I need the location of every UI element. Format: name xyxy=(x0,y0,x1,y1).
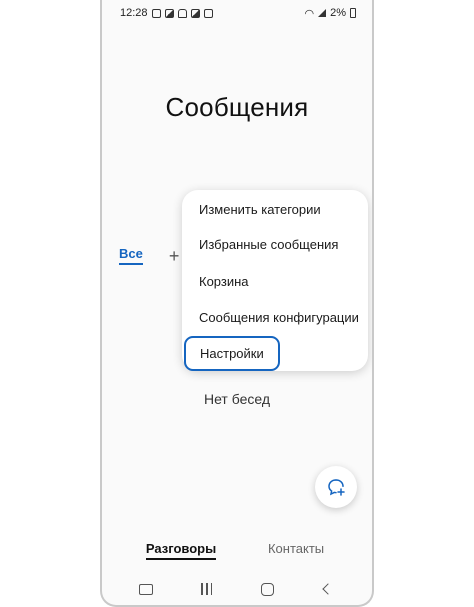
back-icon xyxy=(322,583,334,595)
recents-button[interactable] xyxy=(192,578,222,600)
menu-item-edit-categories[interactable]: Изменить категории xyxy=(199,202,321,217)
screenshot-icon xyxy=(203,8,213,18)
new-chat-button[interactable] xyxy=(315,466,357,508)
menu-item-trash[interactable]: Корзина xyxy=(199,274,249,289)
menu-item-starred-messages[interactable]: Избранные сообщения xyxy=(199,237,338,252)
battery-percent: 2% xyxy=(330,7,346,19)
status-right: ◠ 2% xyxy=(304,7,356,20)
navigation-bar xyxy=(102,575,372,603)
image-icon xyxy=(190,8,200,18)
battery-icon xyxy=(350,8,356,18)
tab-contacts[interactable]: Контакты xyxy=(268,541,324,560)
recents-icon xyxy=(201,583,213,595)
menu-item-configuration-messages[interactable]: Сообщения конфигурации xyxy=(199,310,359,325)
status-time: 12:28 xyxy=(120,7,148,19)
home-button[interactable] xyxy=(252,578,282,600)
plus-icon[interactable]: + xyxy=(169,247,180,265)
phone-screen: 12:28 ◠ 2% Сообщения Все + Изменить кате… xyxy=(100,0,374,607)
category-tabs: Все + xyxy=(119,246,179,265)
tab-conversations[interactable]: Разговоры xyxy=(145,541,217,560)
back-button[interactable] xyxy=(313,578,343,600)
gallery-icon xyxy=(164,8,174,18)
wifi-icon: ◠ xyxy=(304,7,315,20)
options-menu: Изменить категории Избранные сообщения К… xyxy=(182,190,368,371)
tab-all[interactable]: Все xyxy=(119,246,143,265)
page-title: Сообщения xyxy=(165,92,309,122)
lock-icon xyxy=(177,8,187,18)
bottom-tabs: Разговоры Контакты xyxy=(102,541,372,560)
menu-item-settings[interactable]: Настройки xyxy=(184,336,280,371)
status-left: 12:28 xyxy=(120,7,213,19)
keyboard-button[interactable] xyxy=(131,578,161,600)
notification-icon xyxy=(151,8,161,18)
keyboard-icon xyxy=(139,583,154,595)
signal-icon xyxy=(318,9,327,17)
new-chat-icon xyxy=(328,479,345,496)
status-bar: 12:28 ◠ 2% xyxy=(102,0,372,26)
empty-state-text: Нет бесед xyxy=(203,391,271,407)
home-icon xyxy=(260,582,274,596)
